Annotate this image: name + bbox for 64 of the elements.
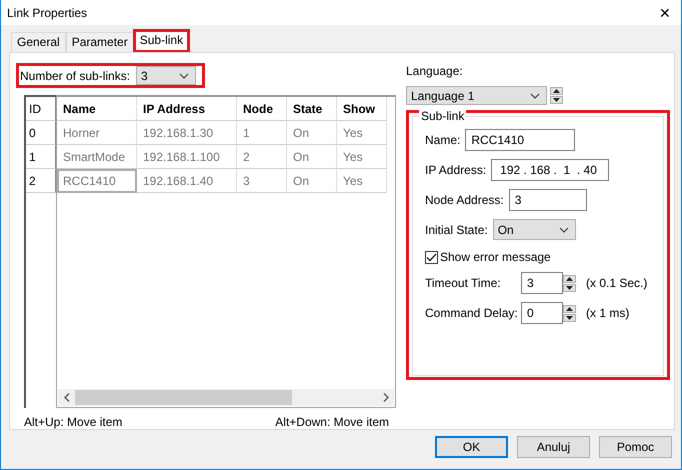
- table-cell: On: [287, 169, 337, 193]
- name-label: Name:: [425, 133, 460, 147]
- row-id-cell: 1: [26, 145, 56, 169]
- tab[interactable]: General: [11, 32, 66, 52]
- table-cell: 3: [237, 169, 287, 193]
- count-label: Number of sub-links:: [20, 68, 130, 82]
- unit-label: (x 0.1 Sec.): [586, 276, 648, 290]
- command-delay-label: Command Delay:: [425, 306, 519, 320]
- language-label: Language:: [406, 64, 464, 78]
- node-address-label: Node Address:: [425, 193, 504, 207]
- timeout-label: Timeout Time:: [425, 276, 502, 290]
- column-header[interactable]: Node: [237, 97, 287, 121]
- table-cell: On: [287, 121, 337, 145]
- table-cell: 192.168.1.40: [137, 169, 237, 193]
- row-id-cell: 2: [26, 169, 56, 193]
- row-id-cell: 0: [26, 121, 56, 145]
- chevron-down-icon: [530, 92, 540, 98]
- language-dropdown[interactable]: Language 1: [406, 86, 547, 105]
- shortcut-hint: Alt+Up: Move item: [24, 415, 122, 429]
- column-header[interactable]: Name: [57, 97, 137, 121]
- unit-label: (x 1 ms): [586, 306, 630, 320]
- table-cell: Horner: [57, 121, 137, 145]
- timeout-field[interactable]: 3: [521, 272, 563, 294]
- column-header[interactable]: State: [287, 97, 337, 121]
- node-address-field[interactable]: 3: [508, 189, 587, 211]
- table-cell: SmartMode: [57, 145, 137, 169]
- spin-buttons[interactable]: [563, 304, 576, 322]
- window-title: Link Properties: [7, 6, 88, 20]
- column-header[interactable]: ID: [26, 97, 56, 121]
- chevron-down-icon: [179, 72, 190, 78]
- initial-state-dropdown[interactable]: On: [492, 219, 576, 240]
- horizontal-scrollbar[interactable]: [58, 389, 394, 406]
- close-button[interactable]: ✕: [659, 4, 671, 20]
- table-cell: On: [287, 145, 337, 169]
- dialog-button[interactable]: OK: [435, 436, 508, 458]
- spin-buttons[interactable]: [563, 274, 576, 292]
- order-spin-buttons[interactable]: [550, 87, 563, 104]
- checkbox[interactable]: [425, 250, 438, 264]
- group-title: Sub-link: [419, 109, 466, 123]
- table-cell: 2: [237, 145, 287, 169]
- tab[interactable]: Sub-link: [134, 30, 190, 52]
- table-cell: 1: [237, 121, 287, 145]
- chevron-down-icon: [558, 226, 569, 232]
- table-cell: Yes: [337, 145, 387, 169]
- tab[interactable]: Parameter: [66, 32, 134, 52]
- command-delay-field[interactable]: 0: [521, 302, 563, 324]
- scroll-left-icon[interactable]: [64, 393, 70, 402]
- dialog-button[interactable]: Pomoc: [599, 436, 672, 458]
- table-cell: 192.168.1.30: [137, 121, 237, 145]
- table-cell: Yes: [337, 121, 387, 145]
- count-dropdown[interactable]: 3: [136, 66, 196, 85]
- table-cell: 192.168.1.100: [137, 145, 237, 169]
- column-header[interactable]: IP Address: [137, 97, 237, 121]
- shortcut-hint: Alt+Down: Move item: [275, 415, 389, 429]
- column-header[interactable]: Show: [337, 97, 387, 121]
- dialog-button[interactable]: Anuluj: [517, 436, 590, 458]
- name-field[interactable]: RCC1410: [465, 129, 576, 151]
- table-cell: Yes: [337, 169, 387, 193]
- ip-address-label: IP Address:: [425, 163, 486, 177]
- table-cell: RCC1410: [57, 169, 137, 193]
- scroll-right-icon[interactable]: [382, 393, 388, 402]
- ip-address-field[interactable]: 192 . 168 . 1 . 40: [491, 159, 610, 181]
- checkbox-label: Show error message: [440, 250, 551, 264]
- initial-state-label: Initial State:: [425, 222, 488, 236]
